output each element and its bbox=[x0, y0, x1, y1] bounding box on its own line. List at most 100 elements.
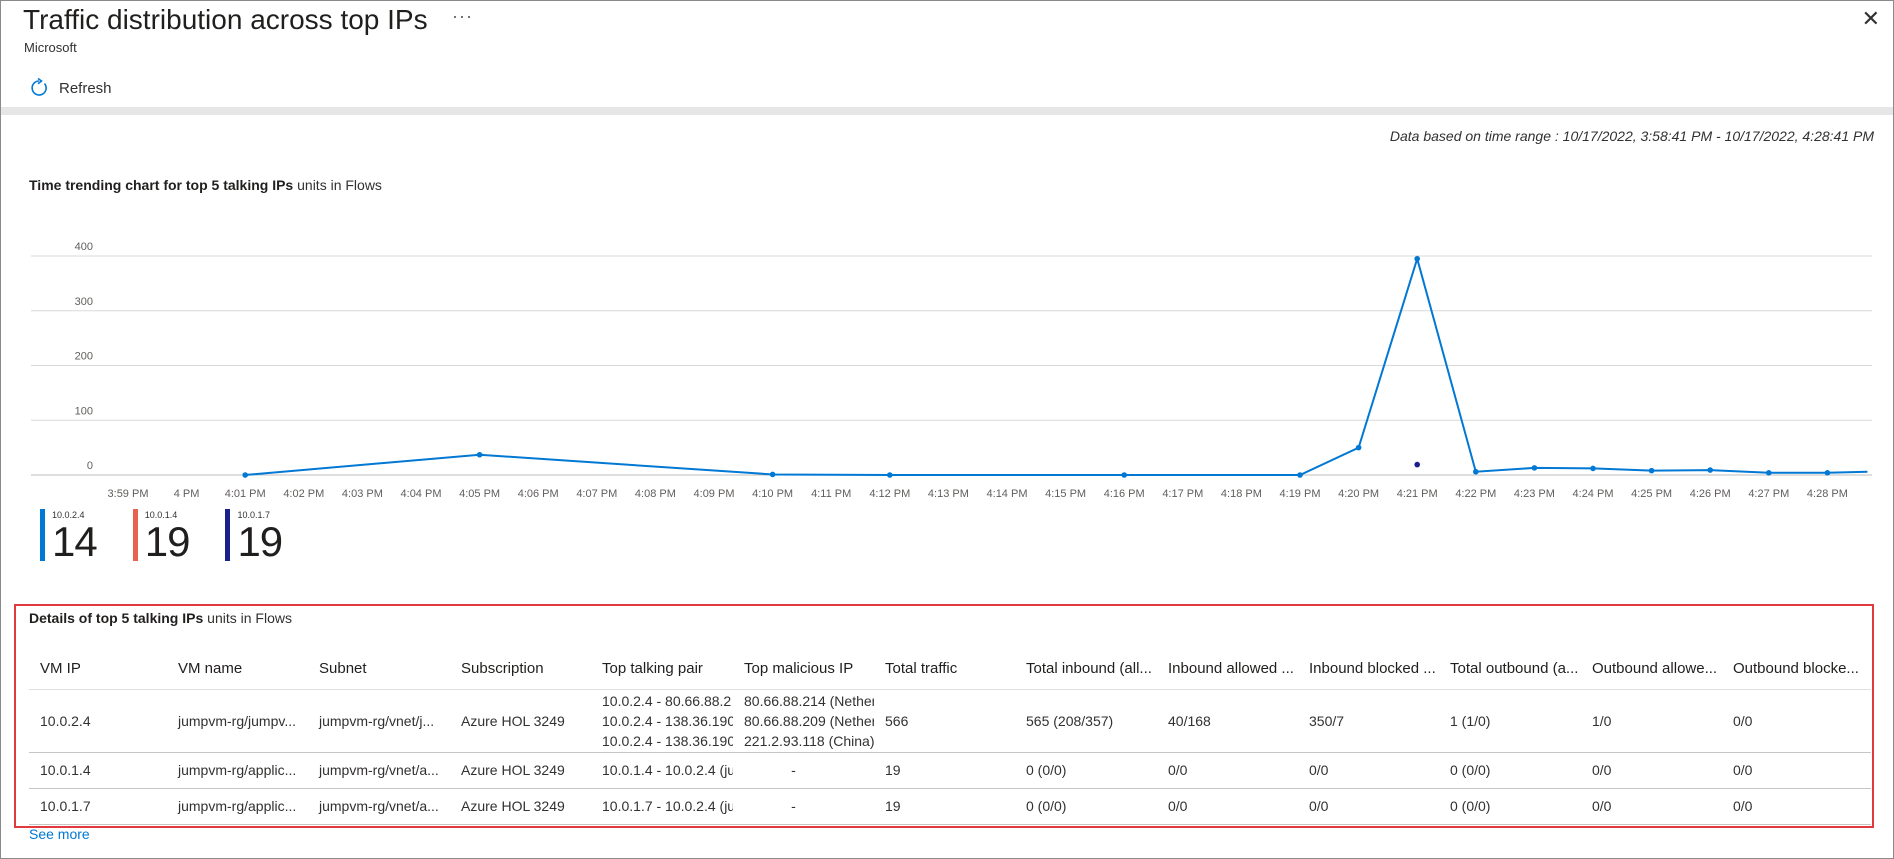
data-point bbox=[1473, 468, 1479, 475]
vm-name-cell: jumpvm-rg/applic... bbox=[167, 752, 308, 789]
x-tick-label: 4:03 PM bbox=[342, 488, 383, 500]
column-header[interactable]: Outbound blocke... bbox=[1722, 649, 1871, 690]
refresh-button[interactable]: Refresh bbox=[29, 76, 112, 100]
data-point bbox=[1766, 470, 1772, 476]
top-talking-pair-cell: 10.0.2.4 - 80.66.88.2 10.0.2.4 - 138.36.… bbox=[591, 689, 733, 753]
outbound-blocked-cell: 0/0 bbox=[1722, 689, 1871, 753]
column-header[interactable]: Inbound blocked ... bbox=[1298, 649, 1439, 690]
table-row[interactable]: 10.0.1.7 jumpvm-rg/applic... jumpvm-rg/v… bbox=[29, 788, 1871, 825]
legend-color-bar bbox=[225, 509, 231, 561]
x-tick-label: 4:23 PM bbox=[1514, 488, 1555, 500]
x-tick-label: 4:21 PM bbox=[1397, 488, 1438, 500]
data-point bbox=[1355, 444, 1362, 451]
x-tick-label: 4 PM bbox=[174, 488, 200, 500]
column-header[interactable]: Subscription bbox=[450, 649, 591, 690]
legend-item[interactable]: 10.0.1.7 19 bbox=[225, 509, 283, 565]
malicious-ip: 221.2.93.118 (China) bbox=[744, 732, 874, 749]
subnet-cell: jumpvm-rg/vnet/j... bbox=[308, 689, 450, 753]
vm-name-cell: jumpvm-rg/applic... bbox=[167, 788, 308, 825]
top-malicious-ip-cell: 80.66.88.214 (Nether 80.66.88.209 (Nethe… bbox=[733, 689, 874, 753]
table-header-row: VM IP VM name Subnet Subscription Top ta… bbox=[29, 649, 1871, 690]
x-tick-label: 4:20 PM bbox=[1338, 488, 1379, 500]
see-more-link[interactable]: See more bbox=[29, 826, 90, 842]
legend-item[interactable]: 10.0.1.4 19 bbox=[132, 509, 191, 565]
legend-value: 19 bbox=[237, 518, 283, 565]
talking-pair: 10.0.2.4 - 138.36.190 bbox=[602, 712, 733, 729]
total-inbound-cell: 0 (0/0) bbox=[1015, 788, 1157, 825]
vm-ip-cell: 10.0.1.4 bbox=[29, 752, 167, 789]
data-point bbox=[1297, 472, 1303, 478]
talking-pair: 10.0.2.4 - 80.66.88.2 bbox=[602, 692, 732, 709]
x-tick-label: 4:08 PM bbox=[635, 488, 676, 500]
x-tick-label: 4:28 PM bbox=[1807, 488, 1848, 500]
x-tick-label: 4:07 PM bbox=[576, 488, 617, 500]
column-header[interactable]: Outbound allowe... bbox=[1581, 649, 1722, 690]
vm-ip-cell: 10.0.2.4 bbox=[29, 689, 167, 753]
column-header[interactable]: VM IP bbox=[29, 649, 167, 690]
legend-value: 14 bbox=[52, 518, 98, 565]
page-subtitle: Microsoft bbox=[24, 40, 77, 55]
x-tick-label: 4:11 PM bbox=[811, 488, 851, 500]
data-point bbox=[1707, 467, 1713, 473]
total-traffic-cell: 19 bbox=[874, 788, 1015, 825]
top-malicious-ip-cell: - bbox=[733, 788, 874, 825]
x-tick-label: 4:19 PM bbox=[1280, 488, 1321, 500]
x-tick-label: 4:25 PM bbox=[1631, 488, 1672, 500]
legend-text: 10.0.1.7 19 bbox=[237, 509, 283, 565]
table-row[interactable]: 10.0.2.4 jumpvm-rg/jumpv... jumpvm-rg/vn… bbox=[29, 689, 1871, 753]
column-header[interactable]: Inbound allowed ... bbox=[1157, 649, 1298, 690]
column-header[interactable]: Top malicious IP bbox=[733, 649, 874, 690]
time-trending-chart[interactable]: 0 100 200 300 400 3:59 PM 4 PM 4:01 PM 4:02 PM 4:… bbox=[0, 235, 1894, 515]
data-point bbox=[242, 472, 248, 478]
data-point bbox=[887, 472, 893, 478]
column-header[interactable]: Top talking pair bbox=[591, 649, 733, 690]
top-talking-pair-cell: 10.0.1.4 - 10.0.2.4 (ju bbox=[591, 752, 733, 789]
total-traffic-cell: 566 bbox=[874, 689, 1015, 753]
page-title: Traffic distribution across top IPs bbox=[23, 4, 428, 35]
legend-value: 19 bbox=[144, 518, 191, 565]
x-tick-label: 4:15 PM bbox=[1045, 488, 1086, 500]
x-tick-label: 4:13 PM bbox=[928, 488, 969, 500]
column-header[interactable]: Total traffic bbox=[874, 649, 1015, 690]
total-outbound-cell: 0 (0/0) bbox=[1439, 788, 1581, 825]
data-point bbox=[1414, 255, 1420, 262]
x-tick-label: 4:09 PM bbox=[694, 488, 735, 500]
y-tick-label: 300 bbox=[75, 296, 93, 308]
chart-title: Time trending chart for top 5 talking IP… bbox=[29, 177, 382, 193]
refresh-icon bbox=[31, 78, 47, 96]
details-title-text: Details of top 5 talking IPs bbox=[29, 610, 204, 626]
column-header[interactable]: Total outbound (a... bbox=[1439, 649, 1581, 690]
outbound-allowed-cell: 0/0 bbox=[1581, 752, 1722, 789]
subscription-cell: Azure HOL 3249 bbox=[450, 689, 591, 753]
vm-name-cell: jumpvm-rg/jumpv... bbox=[167, 689, 308, 753]
legend-text: 10.0.2.4 14 bbox=[52, 509, 98, 565]
x-tick-label: 4:05 PM bbox=[459, 488, 500, 500]
data-point bbox=[476, 451, 483, 458]
y-tick-label: 200 bbox=[75, 351, 93, 363]
data-point bbox=[1590, 465, 1596, 472]
column-header[interactable]: VM name bbox=[167, 649, 308, 690]
malicious-ip: 80.66.88.209 (Nether bbox=[744, 712, 874, 729]
data-point bbox=[1531, 465, 1538, 471]
top-malicious-ip-cell: - bbox=[733, 752, 874, 789]
data-point bbox=[769, 471, 776, 478]
x-tick-label: 4:17 PM bbox=[1162, 488, 1203, 500]
details-title: Details of top 5 talking IPs units in Fl… bbox=[29, 610, 292, 626]
column-header[interactable]: Subnet bbox=[308, 649, 450, 690]
more-options-icon[interactable]: ··· bbox=[452, 6, 473, 27]
legend-item[interactable]: 10.0.2.4 14 bbox=[40, 509, 98, 565]
x-tick-label: 4:24 PM bbox=[1573, 488, 1614, 500]
refresh-label: Refresh bbox=[59, 79, 112, 97]
outbound-blocked-cell: 0/0 bbox=[1722, 752, 1871, 789]
series-line bbox=[245, 255, 1868, 476]
total-outbound-cell: 1 (1/0) bbox=[1439, 689, 1581, 753]
column-header[interactable]: Total inbound (all... bbox=[1015, 649, 1157, 690]
details-units: units in Flows bbox=[207, 610, 292, 626]
total-inbound-cell: 565 (208/357) bbox=[1015, 689, 1157, 753]
table-row[interactable]: 10.0.1.4 jumpvm-rg/applic... jumpvm-rg/v… bbox=[29, 752, 1871, 789]
y-tick-label: 400 bbox=[75, 241, 93, 253]
x-tick-label: 4:14 PM bbox=[987, 488, 1028, 500]
close-icon[interactable]: ✕ bbox=[1862, 6, 1880, 32]
talking-pair: 10.0.2.4 - 138.36.190 bbox=[602, 732, 733, 749]
x-tick-label: 4:22 PM bbox=[1455, 488, 1496, 500]
